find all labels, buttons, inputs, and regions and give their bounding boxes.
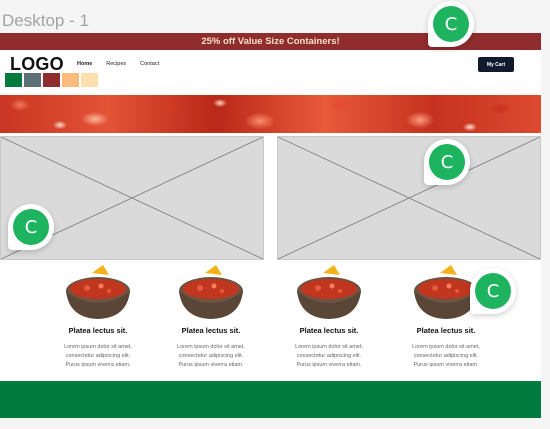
footer-band — [0, 381, 541, 418]
placeholder-cross-icon — [278, 137, 540, 259]
product-card[interactable]: Platea lectus sit. Lorem ipsum dolor sit… — [279, 263, 379, 373]
image-placeholder-right[interactable] — [277, 136, 541, 260]
main-nav: Home Recipes Contact — [77, 61, 159, 67]
product-description: Lorem ipsum dolor sit amet, consectetur … — [64, 344, 132, 368]
hero-salsa-image — [0, 95, 541, 133]
product-description: Lorem ipsum dolor sit amet, consectetur … — [295, 344, 363, 368]
collaborator-avatar[interactable]: C — [470, 268, 516, 314]
avatar-initial: C — [475, 273, 511, 309]
product-description: Lorem ipsum dolor sit amet, consectetur … — [177, 344, 245, 368]
salsa-bowl-image — [178, 263, 244, 323]
product-description: Lorem ipsum dolor sit amet, consectetur … — [412, 344, 480, 368]
avatar-initial: C — [433, 6, 469, 42]
product-title: Platea lectus sit. — [299, 326, 359, 335]
logo[interactable]: LOGO — [10, 54, 64, 75]
nav-recipes[interactable]: Recipes — [106, 61, 126, 67]
product-card[interactable]: Platea lectus sit. Lorem ipsum dolor sit… — [161, 263, 261, 373]
swatch — [62, 73, 79, 87]
product-title: Platea lectus sit. — [416, 326, 476, 335]
my-cart-button[interactable]: My Cart — [478, 57, 514, 72]
collaborator-avatar[interactable]: C — [428, 1, 474, 47]
avatar-initial: C — [13, 209, 49, 245]
swatch — [24, 73, 41, 87]
collaborator-avatar[interactable]: C — [424, 139, 470, 185]
swatch — [5, 73, 22, 87]
product-title: Platea lectus sit. — [68, 326, 128, 335]
frame-label[interactable]: Desktop - 1 — [2, 11, 89, 31]
nav-contact[interactable]: Contact — [140, 61, 159, 67]
color-swatches — [5, 73, 98, 87]
swatch — [43, 73, 60, 87]
salsa-bowl-image — [65, 263, 131, 323]
collaborator-avatar[interactable]: C — [8, 204, 54, 250]
product-title: Platea lectus sit. — [181, 326, 241, 335]
salsa-bowl-image — [296, 263, 362, 323]
swatch — [81, 73, 98, 87]
avatar-initial: C — [429, 144, 465, 180]
promo-text: 25% off Value Size Containers! — [201, 36, 340, 47]
desktop-frame[interactable]: 25% off Value Size Containers! LOGO Home… — [0, 33, 541, 418]
nav-home[interactable]: Home — [77, 61, 92, 67]
product-card[interactable]: Platea lectus sit. Lorem ipsum dolor sit… — [48, 263, 148, 373]
